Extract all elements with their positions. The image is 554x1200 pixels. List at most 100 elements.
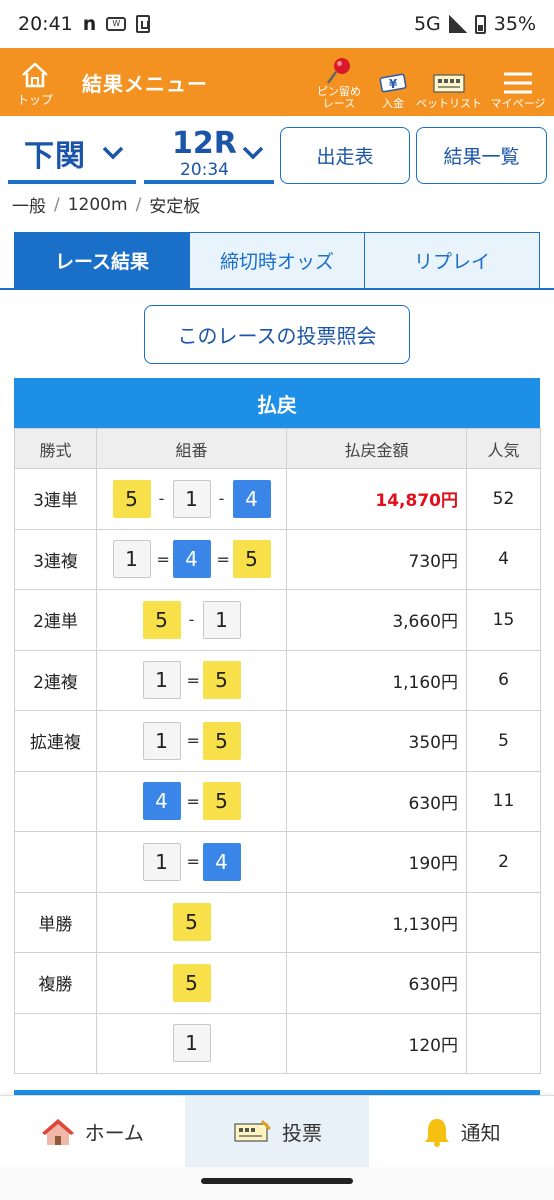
payout-amount: 630円	[286, 770, 467, 832]
house-icon	[41, 1118, 74, 1145]
combination: 1	[172, 1024, 211, 1063]
results-list-button[interactable]: 結果一覧	[416, 127, 547, 184]
ticket-icon	[234, 1119, 272, 1142]
bet-type: 2連複	[14, 649, 97, 711]
payout-row: 4 = 5 630円 11	[14, 770, 541, 832]
combination-cell: 5	[96, 952, 287, 1014]
nav-notification[interactable]: 通知	[369, 1096, 554, 1167]
combination: 1 = 4	[142, 842, 241, 881]
top-button[interactable]: トップ	[0, 57, 70, 108]
bet-type: 3連複	[14, 528, 97, 590]
download-icon	[136, 15, 151, 33]
payout-amount: 730円	[286, 528, 467, 590]
payout-amount: 120円	[286, 1012, 467, 1074]
boat-number-badge: 5	[112, 479, 151, 518]
combination-separator: =	[156, 549, 170, 569]
combination: 5-1-4	[112, 479, 271, 518]
payout-amount: 1,130円	[286, 891, 467, 953]
tab-replay[interactable]: リプレイ	[365, 233, 539, 288]
combination-cell: 5-1	[96, 589, 287, 651]
tab-race-result[interactable]: レース結果	[15, 233, 190, 288]
pinned-label-2: レース	[322, 97, 356, 110]
payout-row: 3連複 1 = 4 = 5 730円 4	[14, 528, 541, 590]
payout-table: 勝式 組番 払戻金額 人気 3連単 5-1-4 14,870円 52 3連複 1 = 4 = 5 7…	[14, 428, 541, 1074]
combination-cell: 4 = 5	[96, 770, 287, 832]
deposit-button[interactable]: ¥ 入金	[370, 68, 416, 110]
combination-cell: 1	[96, 1012, 287, 1074]
header-kind: 勝式	[14, 428, 97, 469]
combination-cell: 1 = 5	[96, 649, 287, 711]
bottom-nav: ホーム 投票 通知	[0, 1095, 554, 1167]
page-title: 結果メニュー	[82, 71, 208, 96]
payout-section: 払戻 勝式 組番 払戻金額 人気 3連単 5-1-4 14,870円 52 3連複 1 = 4…	[14, 378, 541, 1074]
combination-separator: =	[186, 852, 200, 872]
entry-list-button[interactable]: 出走表	[280, 127, 410, 184]
combination-cell: 1 = 5	[96, 710, 287, 772]
payout-title: 払戻	[14, 378, 540, 428]
boat-number-badge: 5	[202, 782, 241, 821]
boat-number-badge: 4	[172, 540, 211, 579]
combination: 1 = 5	[142, 721, 241, 760]
combination: 5-1	[142, 600, 241, 639]
boat-number-badge: 5	[142, 600, 181, 639]
venue-select[interactable]: 下関	[8, 126, 136, 184]
nav-home[interactable]: ホーム	[0, 1096, 185, 1167]
payout-amount: 350円	[286, 710, 467, 772]
combination-cell: 1 = 4 = 5	[96, 528, 287, 590]
payout-amount: 14,870円	[286, 468, 467, 530]
payout-amount: 3,660円	[286, 589, 467, 651]
status-time: 20:41	[18, 13, 73, 35]
header-popularity: 人気	[466, 428, 541, 469]
separator: /	[54, 194, 60, 215]
bet-list-label: ベットリスト	[416, 97, 482, 110]
payout-row: 複勝 5 630円	[14, 952, 541, 1014]
gesture-bar[interactable]	[201, 1178, 353, 1184]
race-info: 一般 / 1200m / 安定板	[12, 192, 200, 218]
boat-number-badge: 1	[172, 479, 211, 518]
boat-number-badge: 1	[112, 540, 151, 579]
nav-notification-label: 通知	[460, 1121, 501, 1145]
combination: 5	[172, 963, 211, 1002]
result-tabs: レース結果 締切時オッズ リプレイ	[14, 232, 540, 288]
race-select[interactable]: 12R 20:34	[144, 126, 274, 184]
bell-icon	[424, 1118, 449, 1147]
bet-type	[14, 1012, 97, 1074]
home-outline-icon	[22, 62, 48, 87]
signal-icon	[448, 15, 467, 33]
boat-number-badge: 1	[142, 842, 181, 881]
boat-number-badge: 4	[232, 479, 271, 518]
vote-inquiry-button[interactable]: このレースの投票照会	[144, 305, 410, 364]
popularity: 11	[466, 770, 541, 832]
race-time: 20:34	[180, 160, 229, 180]
bet-list-icon	[433, 74, 465, 93]
boat-number-badge: 1	[202, 600, 241, 639]
app-notification-icon: W	[106, 17, 127, 31]
nav-vote[interactable]: 投票	[184, 1096, 370, 1167]
pinned-races-button[interactable]: ピン留め レース	[308, 56, 370, 110]
tab-closing-odds[interactable]: 締切時オッズ	[190, 233, 365, 288]
boat-number-badge: 1	[142, 721, 181, 760]
race-number: 12R	[172, 126, 237, 161]
race-distance: 1200m	[67, 194, 128, 215]
battery-icon	[474, 14, 486, 34]
payout-header-row: 勝式 組番 払戻金額 人気	[14, 428, 541, 469]
bet-type: 2連単	[14, 589, 97, 651]
bet-list-button[interactable]: ベットリスト	[416, 68, 482, 110]
my-page-button[interactable]: マイページ	[482, 68, 554, 110]
bet-type: 単勝	[14, 891, 97, 953]
combination-separator: -	[158, 489, 165, 509]
popularity: 52	[466, 468, 541, 530]
chevron-down-icon	[102, 146, 124, 160]
combination: 1 = 5	[142, 661, 241, 700]
combination-separator: =	[186, 791, 200, 811]
my-page-label: マイページ	[490, 97, 546, 110]
payout-amount: 630円	[286, 952, 467, 1014]
yen-card-icon: ¥	[379, 73, 407, 93]
combination: 5	[172, 903, 211, 942]
svg-text:¥: ¥	[389, 77, 398, 91]
nav-vote-label: 投票	[282, 1121, 322, 1145]
bet-type	[14, 831, 97, 893]
boat-number-badge: 5	[172, 903, 211, 942]
payout-row: 1 120円	[14, 1012, 541, 1074]
popularity: 5	[466, 710, 541, 772]
